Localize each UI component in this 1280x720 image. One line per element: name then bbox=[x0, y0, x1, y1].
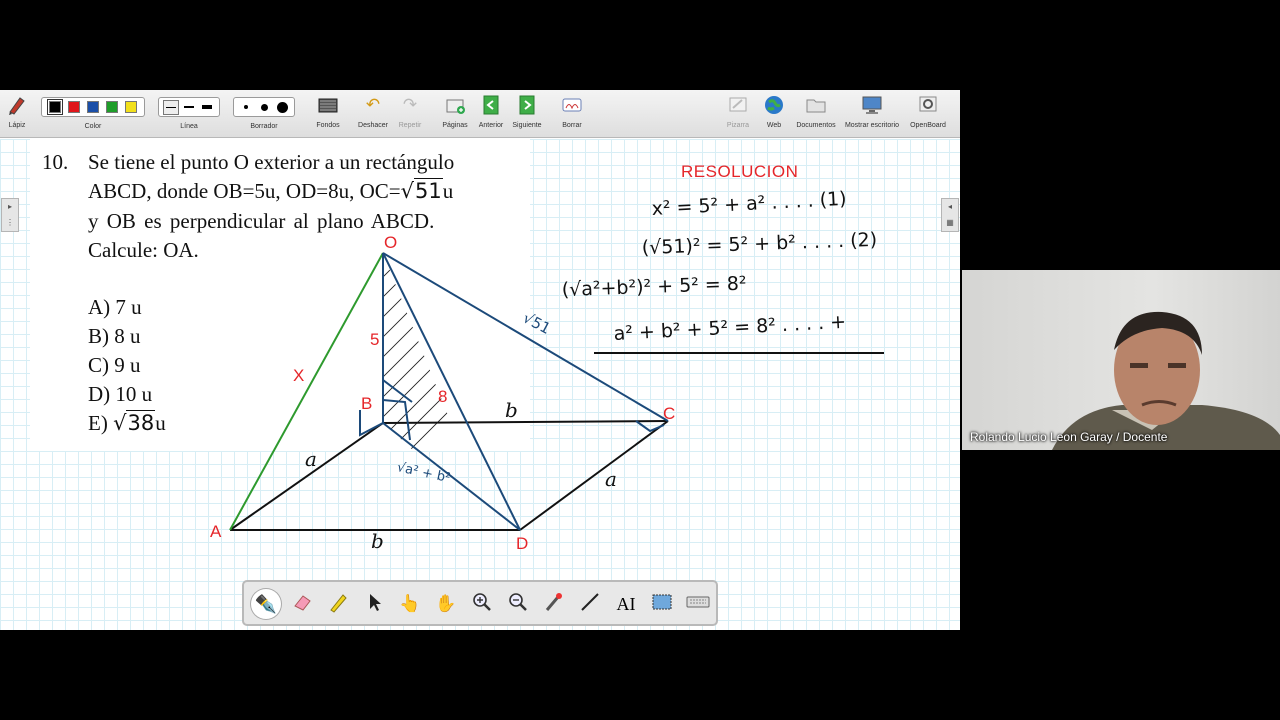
zoom-out-tool[interactable] bbox=[503, 589, 533, 619]
resolution-title: RESOLUCION bbox=[681, 162, 799, 181]
zoom-in-icon bbox=[471, 591, 493, 618]
capture-icon bbox=[651, 591, 673, 618]
right-angle-c bbox=[635, 420, 665, 433]
resolution-eq1: x² = 5² + a² . . . . (1) bbox=[651, 188, 847, 220]
label-ob-5: 5 bbox=[370, 330, 379, 349]
cursor-arrow-icon bbox=[363, 591, 385, 618]
eraser-icon bbox=[291, 591, 313, 618]
label-dc-a: a bbox=[605, 467, 617, 491]
floating-tool-palette: ✒️ 👆 ✋ AI bbox=[242, 580, 718, 626]
vertex-a: A bbox=[210, 522, 222, 541]
label-od-8: 8 bbox=[438, 387, 447, 406]
highlighter-icon bbox=[327, 591, 349, 618]
hand-tool[interactable]: ✋ bbox=[431, 589, 461, 619]
angle-mark-o bbox=[382, 379, 413, 403]
vertex-o: O bbox=[384, 233, 397, 252]
presenter-avatar bbox=[1052, 311, 1280, 450]
presenter-caption: Rolando Lucio Leon Garay / Docente bbox=[970, 430, 1168, 444]
edge-od bbox=[382, 252, 521, 531]
annotation-layer: O A B C D X 5 8 √51 a a b b √a² + b² x² … bbox=[210, 188, 884, 553]
highlighter-tool[interactable] bbox=[323, 589, 353, 619]
openboard-window: Lápiz Color Línea Borrador Fondos ↶ Desh… bbox=[0, 90, 960, 630]
vertex-d: D bbox=[516, 534, 528, 553]
edge-bc bbox=[382, 420, 669, 424]
eraser-tool[interactable] bbox=[287, 589, 317, 619]
pointer-tool[interactable]: 👆 bbox=[395, 589, 425, 619]
text-tool[interactable]: AI bbox=[611, 589, 641, 619]
edge-dc bbox=[519, 420, 669, 531]
line-icon bbox=[579, 591, 601, 618]
label-bd-sqrt: √a² + b² bbox=[396, 460, 452, 486]
resolution-eq2: (√51)² = 5² + b² . . . . (2) bbox=[641, 229, 877, 259]
resolution-eq3: (√a²+b²)² + 5² = 8² bbox=[561, 273, 746, 301]
capture-tool[interactable] bbox=[647, 589, 677, 619]
label-ab-a: a bbox=[305, 447, 317, 471]
pen-tool[interactable]: ✒️ bbox=[251, 589, 281, 619]
line-tool[interactable] bbox=[575, 589, 605, 619]
pointing-hand-icon: 👆 bbox=[399, 594, 421, 613]
select-tool[interactable] bbox=[359, 589, 389, 619]
pen-tool-icon: ✒️ bbox=[254, 593, 278, 614]
vertex-b: B bbox=[361, 394, 372, 413]
edge-ab bbox=[229, 422, 384, 531]
keyboard-tool[interactable] bbox=[683, 589, 713, 619]
resolution-eq4: a² + b² + 5² = 8² . . . . + bbox=[613, 311, 846, 345]
webcam-video: Rolando Lucio Leon Garay / Docente bbox=[962, 270, 1280, 450]
laser-pointer-icon bbox=[543, 591, 565, 618]
label-x: X bbox=[293, 366, 304, 385]
hand-icon: ✋ bbox=[435, 594, 457, 613]
zoom-out-icon bbox=[507, 591, 529, 618]
text-icon: AI bbox=[616, 593, 636, 614]
label-oc-sqrt51: √51 bbox=[520, 309, 554, 338]
edge-oa bbox=[229, 252, 384, 531]
keyboard-icon bbox=[686, 591, 710, 618]
zoom-in-tool[interactable] bbox=[467, 589, 497, 619]
vertex-c: C bbox=[663, 404, 675, 423]
laser-tool[interactable] bbox=[539, 589, 569, 619]
label-ad-b: b bbox=[371, 529, 384, 553]
label-bc-b: b bbox=[505, 398, 518, 422]
